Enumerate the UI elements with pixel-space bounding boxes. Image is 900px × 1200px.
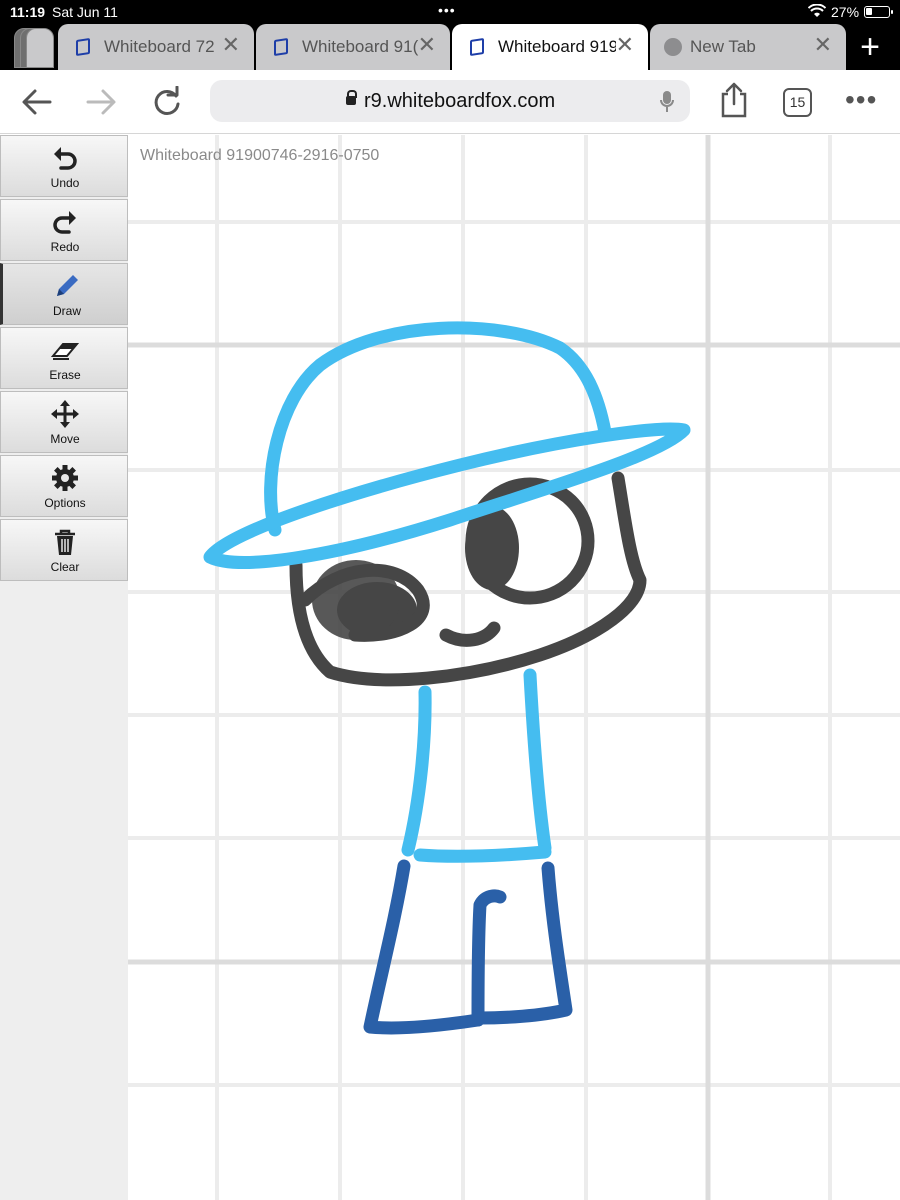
forward-arrow-icon[interactable] (84, 86, 118, 118)
tab-title: Whiteboard 91( (302, 37, 419, 56)
page-icon (274, 38, 288, 56)
clear-button[interactable]: Clear (0, 519, 128, 581)
page-icon (470, 38, 484, 56)
gear-icon (52, 465, 78, 491)
more-options-icon[interactable]: ••• (845, 84, 877, 116)
status-date: Sat Jun 11 (52, 4, 118, 20)
redo-icon (53, 211, 76, 234)
status-bar: 11:19 Sat Jun 11 ••• 27% (0, 0, 900, 24)
lock-icon (346, 90, 357, 105)
tab-whiteboard-active[interactable]: Whiteboard 919 ✕ (452, 24, 648, 70)
reload-icon[interactable] (150, 85, 184, 118)
tabs-count-button[interactable]: 15 (783, 88, 812, 117)
page-icon (76, 38, 90, 56)
undo-icon (54, 147, 77, 170)
multitask-dots-icon[interactable]: ••• (438, 2, 456, 18)
close-icon[interactable]: ✕ (222, 34, 240, 56)
close-icon[interactable]: ✕ (814, 34, 832, 56)
back-arrow-icon[interactable] (20, 86, 54, 118)
battery-icon (864, 6, 893, 18)
tab-title: New Tab (690, 37, 756, 56)
undo-button[interactable]: Undo (0, 135, 128, 197)
whiteboard-canvas[interactable] (128, 135, 900, 1200)
globe-icon (664, 38, 682, 56)
tab-new-tab[interactable]: New Tab ✕ (650, 24, 846, 70)
tool-label: Undo (50, 176, 80, 190)
battery-percent: 27% (831, 4, 860, 20)
status-time: 11:19 (10, 4, 46, 20)
pencil-icon (57, 275, 78, 296)
url-bar[interactable]: r9.whiteboardfox.com (210, 80, 690, 122)
tool-label: Redo (50, 240, 80, 254)
wifi-icon (807, 3, 827, 21)
tool-label: Move (50, 432, 80, 446)
tab-title: Whiteboard 919 (498, 37, 616, 56)
draw-button[interactable]: Draw (0, 263, 128, 325)
move-icon (51, 400, 79, 428)
board-title: Whiteboard 91900746-2916-0750 (140, 147, 380, 164)
share-icon[interactable] (718, 82, 752, 118)
tool-label: Options (44, 496, 86, 510)
close-icon[interactable]: ✕ (418, 34, 436, 56)
tool-sidebar: Undo Redo Draw Erase Move Options Clear (0, 135, 128, 1200)
new-tab-button[interactable]: + (852, 24, 888, 70)
close-icon[interactable]: ✕ (616, 34, 634, 56)
url-text: r9.whiteboardfox.com (364, 90, 556, 112)
trash-icon (55, 529, 75, 555)
tab-title: Whiteboard 72 (104, 37, 215, 56)
redo-button[interactable]: Redo (0, 199, 128, 261)
tab-whiteboard-2[interactable]: Whiteboard 91( ✕ (256, 24, 450, 70)
eraser-icon (51, 343, 79, 360)
tab-strip: Whiteboard 72 ✕ Whiteboard 91( ✕ Whitebo… (0, 24, 900, 70)
erase-button[interactable]: Erase (0, 327, 128, 389)
browser-toolbar: r9.whiteboardfox.com 15 ••• (0, 70, 900, 134)
tool-label: Erase (49, 368, 81, 382)
tab-whiteboard-1[interactable]: Whiteboard 72 ✕ (58, 24, 254, 70)
tool-label: Draw (52, 304, 81, 318)
tool-label: Clear (50, 560, 80, 574)
move-button[interactable]: Move (0, 391, 128, 453)
tab-stack-icon[interactable] (14, 28, 54, 68)
microphone-icon[interactable] (660, 91, 674, 118)
options-button[interactable]: Options (0, 455, 128, 517)
